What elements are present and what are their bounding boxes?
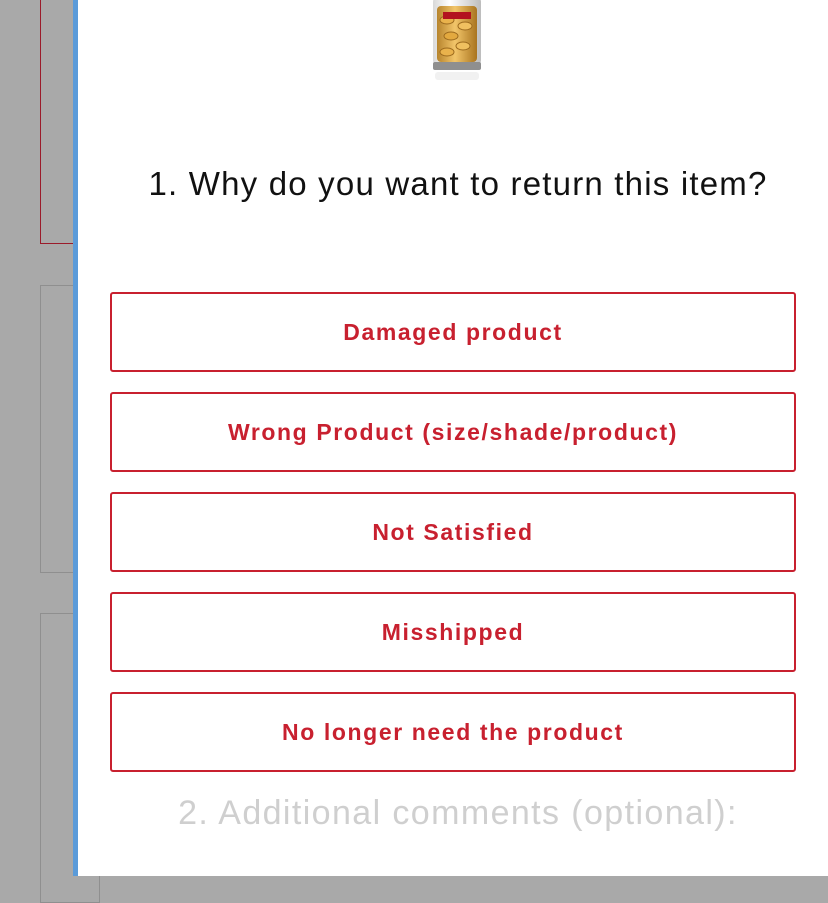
return-reason-question: 1. Why do you want to return this item?: [148, 165, 768, 202]
reason-option-no-longer-needed[interactable]: No longer need the product: [110, 692, 796, 772]
reason-option-misshipped[interactable]: Misshipped: [110, 592, 796, 672]
additional-comments-label: 2. Additional comments (optional):: [178, 794, 738, 832]
reason-option-not-satisfied[interactable]: Not Satisfied: [110, 492, 796, 572]
reason-option-damaged-product[interactable]: Damaged product: [110, 292, 796, 372]
reason-option-wrong-product[interactable]: Wrong Product (size/shade/product): [110, 392, 796, 472]
product-image: [433, 0, 481, 80]
return-reason-drawer: 1. Why do you want to return this item? …: [73, 0, 828, 876]
